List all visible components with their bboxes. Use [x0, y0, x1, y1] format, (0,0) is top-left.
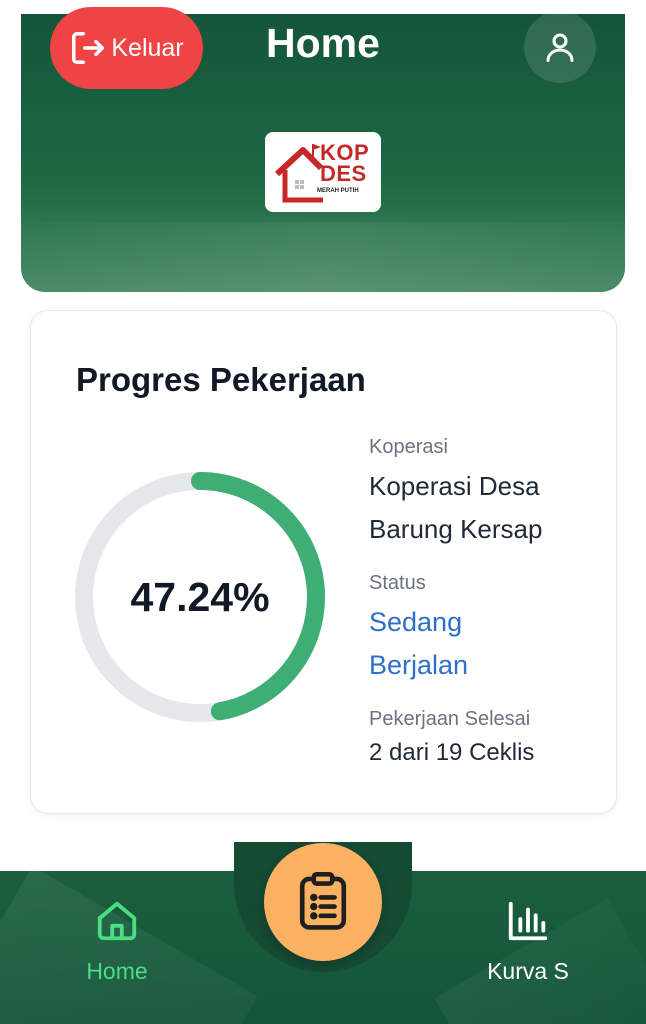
done-value: 2 dari 19 Ceklis: [369, 739, 535, 766]
logo-subtitle: MERAH PUTIH: [317, 188, 359, 194]
koperasi-name-line2: Barung Kersap: [369, 514, 543, 544]
nav-item-home[interactable]: Home: [52, 898, 182, 985]
nav-label-kurva-s: Kurva S: [487, 958, 569, 984]
profile-button[interactable]: [524, 11, 596, 83]
house-logo-icon: [274, 144, 324, 203]
status-label: Status: [369, 572, 426, 594]
card-title: Progres Pekerjaan: [76, 361, 366, 398]
bar-chart-icon: [508, 901, 548, 941]
koperasi-section: Koperasi Koperasi Desa Barung Kersap: [369, 436, 609, 551]
status-section: Status Sedang Berjalan: [369, 572, 609, 687]
status-value-line1: Sedang: [369, 607, 463, 637]
progress-card: Progres Pekerjaan 47.24% Koperasi Kopera…: [30, 310, 617, 814]
clipboard-list-icon: [299, 872, 347, 930]
logo-text-des: DES: [320, 161, 367, 186]
done-label: Pekerjaan Selesai: [369, 708, 531, 730]
kopdes-logo: KOP DES MERAH PUTIH: [265, 132, 381, 212]
status-value-line2: Berjalan: [369, 650, 469, 680]
home-icon: [97, 901, 137, 941]
nav-label-home: Home: [86, 958, 148, 984]
nav-item-kurva-s[interactable]: Kurva S: [463, 898, 593, 985]
koperasi-label: Koperasi: [369, 436, 448, 458]
checklist-fab-button[interactable]: [264, 843, 382, 961]
done-section: Pekerjaan Selesai 2 dari 19 Ceklis: [369, 708, 609, 767]
progress-percent: 47.24%: [130, 573, 270, 620]
koperasi-name-line1: Koperasi Desa: [369, 471, 540, 501]
progress-ring: 47.24%: [74, 471, 326, 723]
user-icon: [546, 33, 574, 62]
